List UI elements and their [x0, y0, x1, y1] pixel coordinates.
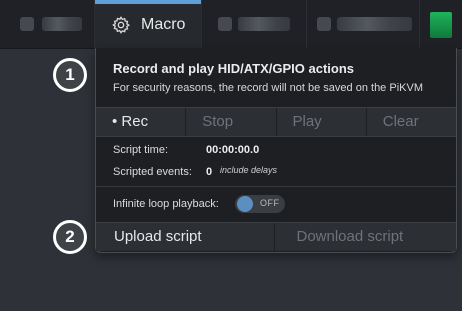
loop-playback-toggle[interactable]: OFF — [235, 195, 285, 213]
scripted-events-label: Scripted events: — [113, 166, 192, 178]
play-button[interactable]: Play — [276, 108, 367, 136]
scripted-events-value: 0 — [206, 166, 213, 178]
recorder-controls: • Rec Stop Play Clear — [96, 107, 456, 137]
gear-icon — [112, 16, 131, 34]
delays-note: include delays — [220, 165, 278, 175]
nav-icon-blurred — [218, 17, 232, 31]
menu-title: Record and play HID/ATX/GPIO actions — [113, 61, 355, 76]
nav-icon-blurred — [317, 17, 331, 31]
stop-button[interactable]: Stop — [186, 108, 277, 136]
top-navbar: Macro — [0, 0, 462, 49]
script-file-controls: Upload script Download script — [96, 222, 456, 251]
callout-badge-1: 1 — [53, 58, 87, 92]
active-indicator — [95, 0, 201, 4]
nav-label-blurred — [337, 17, 412, 31]
script-time-value: 00:00:00.0 — [206, 144, 260, 156]
rec-button[interactable]: • Rec — [96, 108, 187, 136]
macro-menu: Record and play HID/ATX/GPIO actions For… — [95, 48, 457, 253]
nav-label-macro: Macro — [141, 16, 186, 33]
download-script-button[interactable]: Download script — [274, 223, 456, 251]
nav-item-macro[interactable]: Macro — [95, 0, 202, 48]
loop-playback-label: Infinite loop playback: — [113, 198, 219, 210]
status-indicator-icon — [430, 12, 452, 38]
upload-script-button[interactable]: Upload script — [96, 223, 275, 251]
nav-item-obscured-3[interactable] — [307, 0, 420, 48]
callout-badge-2: 2 — [53, 220, 87, 254]
nav-label-blurred — [238, 17, 290, 31]
nav-item-obscured-1[interactable] — [0, 0, 95, 48]
nav-icon-blurred — [20, 17, 34, 31]
clear-button[interactable]: Clear — [366, 108, 456, 136]
toggle-knob — [237, 196, 253, 212]
divider — [96, 186, 456, 187]
nav-item-obscured-2[interactable] — [202, 0, 307, 48]
nav-item-obscured-4[interactable] — [420, 0, 462, 48]
nav-label-blurred — [42, 17, 82, 31]
script-time-label: Script time: — [113, 144, 169, 156]
menu-subtitle: For security reasons, the record will no… — [113, 82, 423, 94]
toggle-state-label: OFF — [260, 198, 280, 208]
